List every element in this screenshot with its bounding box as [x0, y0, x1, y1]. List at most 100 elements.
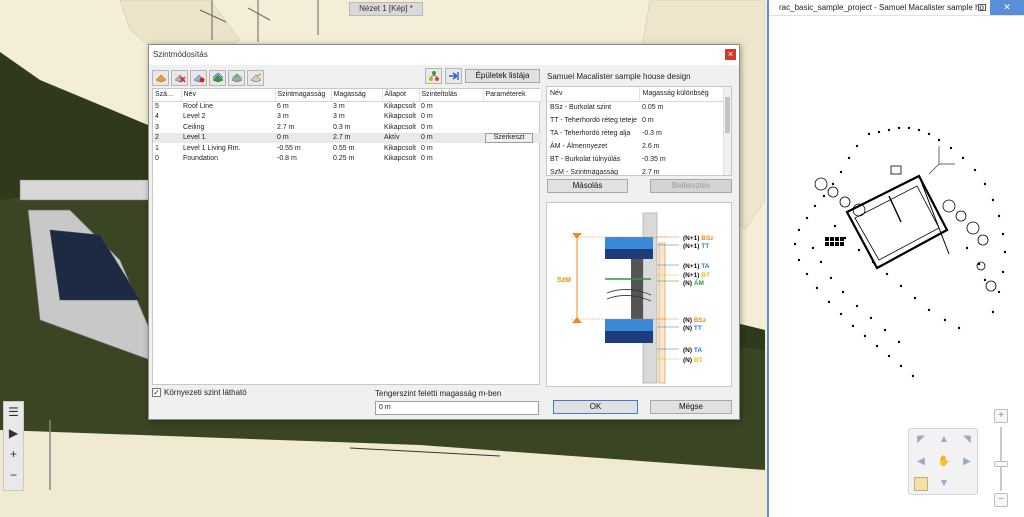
state[interactable]: Kikapcsolt [382, 101, 419, 112]
state[interactable]: Kikapcsolt [382, 122, 419, 133]
zoom-thumb[interactable] [994, 461, 1008, 467]
list-item[interactable]: BT - Burkolat túlnyúlás -0.35 m [547, 153, 725, 166]
col-diff-value[interactable]: Magasság különbség [639, 87, 726, 102]
floorplan-close-button[interactable]: ✕ [990, 0, 1024, 15]
pan-hand-icon[interactable]: ✋ [937, 455, 951, 469]
dialog-close-button[interactable]: × [725, 49, 736, 60]
environment-checkbox[interactable]: ✓ [152, 388, 161, 397]
col-state[interactable]: Állapot [382, 89, 420, 102]
paste-button[interactable]: Beillesztés [650, 179, 732, 193]
height[interactable]: 0.25 m [331, 154, 382, 165]
list-item[interactable]: BSz - Burkolat szint 0.05 m [547, 101, 725, 114]
cancel-button[interactable]: Mégse [650, 400, 732, 414]
diff-value[interactable]: 0 m [639, 114, 725, 127]
table-row[interactable]: 5 Roof Line 6 m 3 m Kikapcsolt 0 m [153, 101, 541, 112]
state[interactable]: Kikapcsolt [382, 143, 419, 154]
col-height[interactable]: Magasság [331, 89, 383, 102]
level-stack-icon[interactable] [209, 70, 226, 86]
navigation-pad[interactable]: ◤ ▲ ◥ ◀ ✋ ▶ ▼ [908, 428, 978, 495]
level-height[interactable]: 2.7 m [275, 122, 331, 133]
level-layers-icon[interactable] [228, 70, 245, 86]
level-edit-icon[interactable] [247, 70, 264, 86]
arrow-up-icon[interactable]: ▲ [937, 433, 951, 447]
diff-value[interactable]: 0.05 m [639, 101, 725, 114]
zoom-out-button[interactable]: − [994, 493, 1008, 507]
level-height[interactable]: -0.55 m [275, 143, 331, 154]
col-number[interactable]: Szá... [153, 89, 182, 102]
level-name[interactable]: Ceiling [181, 122, 275, 133]
delete-level-icon[interactable] [171, 70, 188, 86]
zoom-in-button[interactable]: + [994, 409, 1008, 423]
col-level-height[interactable]: Szintmagasság [275, 89, 332, 102]
col-offset[interactable]: Szinteltolás [419, 89, 484, 102]
list-item[interactable]: TA - Teherhordó réteg alja -0.3 m [547, 127, 725, 140]
arrow-down-icon[interactable]: ▼ [937, 477, 951, 491]
level-name[interactable]: Level 2 [181, 112, 275, 123]
arrow-up-left-icon[interactable]: ◤ [914, 433, 928, 447]
environment-level-toggle[interactable]: ✓ Környezeti szint látható [152, 388, 247, 397]
table-row[interactable]: 0 Foundation -0.8 m 0.25 m Kikapcsolt 0 … [153, 154, 541, 165]
list-item[interactable]: ÁM - Álmennyezet 2.6 m [547, 140, 725, 153]
list-icon[interactable]: ☰ [4, 402, 23, 423]
level-height[interactable]: -0.8 m [275, 154, 331, 165]
diff-scrollbar[interactable] [723, 87, 731, 175]
floorplan-view[interactable]: rac_basic_sample_project - Samuel Macali… [767, 0, 1024, 517]
buildings-list-button[interactable]: Épületek listája [465, 69, 540, 83]
offset[interactable]: 0 m [419, 154, 483, 165]
height[interactable]: 0.55 m [331, 143, 382, 154]
table-row[interactable]: 4 Level 2 3 m 3 m Kikapcsolt 0 m [153, 112, 541, 123]
state[interactable]: Kikapcsolt [382, 112, 419, 123]
level-height[interactable]: 6 m [275, 101, 331, 112]
height-difference-table: Név Magasság különbség BSz - Burkolat sz… [546, 86, 732, 176]
table-row[interactable]: 1 Level 1 Living Rm. -0.55 m 0.55 m Kika… [153, 143, 541, 154]
building-tree-icon[interactable] [425, 68, 442, 84]
arrow-right-icon[interactable]: ▶ [960, 455, 974, 469]
offset[interactable]: 0 m [419, 101, 483, 112]
col-diff-name[interactable]: Név [547, 87, 640, 102]
diff-value[interactable]: -0.3 m [639, 127, 725, 140]
copy-button[interactable]: Másolás [547, 179, 628, 193]
zoom-out-icon[interactable]: − [4, 465, 23, 486]
arrow-left-icon[interactable]: ◀ [914, 455, 928, 469]
import-arrow-icon[interactable] [445, 68, 462, 84]
height[interactable]: 0.3 m [331, 122, 382, 133]
height[interactable]: 3 m [331, 101, 382, 112]
list-item[interactable]: TT - Teherhordó réteg teteje 0 m [547, 114, 725, 127]
diff-value[interactable]: 2.6 m [639, 140, 725, 153]
arrow-up-right-icon[interactable]: ◥ [960, 433, 974, 447]
table-row-selected[interactable]: 2 Level 1 0 m 2.7 m Aktív 0 m Szerkeszt [153, 132, 541, 143]
offset[interactable]: 0 m [419, 122, 483, 133]
view-swatch-icon[interactable] [914, 477, 928, 491]
table-row[interactable]: 3 Ceiling 2.7 m 0.3 m Kikapcsolt 0 m [153, 122, 541, 133]
zoom-track[interactable] [1000, 427, 1002, 491]
state[interactable]: Aktív [382, 132, 419, 143]
offset[interactable]: 0 m [419, 143, 483, 154]
state[interactable]: Kikapcsolt [382, 154, 419, 165]
height[interactable]: 2.7 m [331, 132, 382, 143]
ok-button[interactable]: OK [553, 400, 638, 414]
col-name[interactable]: Név [181, 89, 276, 102]
level-copy-icon[interactable] [190, 70, 207, 86]
level-name[interactable]: Level 1 Living Rm. [181, 143, 275, 154]
level-height[interactable]: 3 m [275, 112, 331, 123]
play-icon[interactable]: ▶ [4, 423, 23, 444]
level-name[interactable]: Foundation [181, 154, 275, 165]
add-level-icon[interactable] [152, 70, 169, 86]
diff-value[interactable]: 2.7 m [639, 166, 725, 175]
level-height[interactable]: 0 m [275, 132, 331, 143]
scrollbar-thumb[interactable] [725, 97, 730, 133]
level-name[interactable]: Level 1 [181, 132, 275, 143]
diff-value[interactable]: -0.35 m [639, 153, 725, 166]
edit-parameters-button[interactable]: Szerkeszt [485, 132, 533, 143]
col-parameters[interactable]: Paraméterek [483, 89, 542, 102]
maximize-icon[interactable] [978, 4, 986, 11]
sea-level-input[interactable]: 0 m [375, 401, 539, 415]
height[interactable]: 3 m [331, 112, 382, 123]
level-name[interactable]: Roof Line [181, 101, 275, 112]
list-item[interactable]: SzM - Szintmagasság 2.7 m [547, 166, 725, 175]
zoom-slider[interactable]: + − [994, 409, 1008, 509]
offset[interactable]: 0 m [419, 132, 483, 143]
view-tab[interactable]: Nézet 1 [Kép] * [349, 2, 423, 16]
zoom-in-icon[interactable]: + [4, 444, 23, 465]
offset[interactable]: 0 m [419, 112, 483, 123]
